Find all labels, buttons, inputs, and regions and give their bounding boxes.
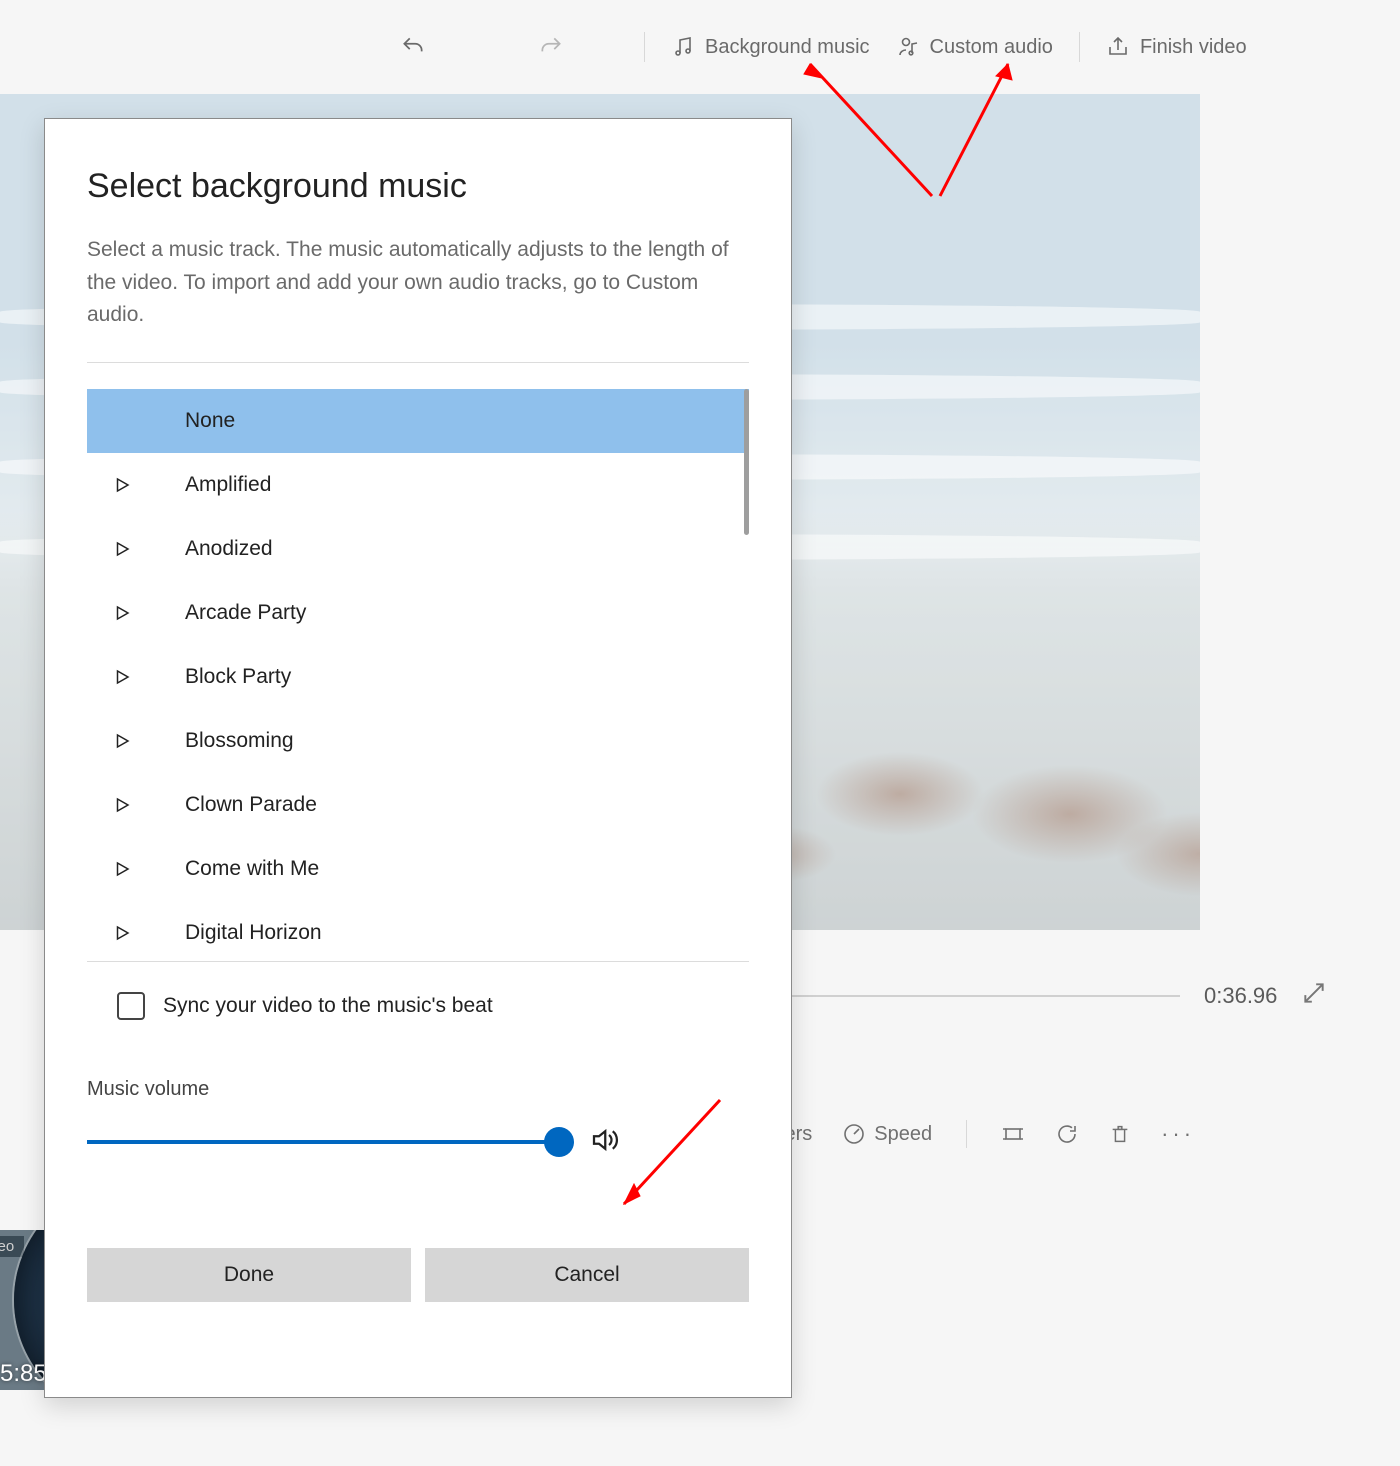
play-icon[interactable] [113,859,135,879]
volume-slider-thumb[interactable] [544,1127,574,1157]
clip-toolbar: ilters Speed ··· [770,1120,1195,1148]
volume-label: Music volume [87,1078,749,1101]
dialog-description: Select a music track. The music automati… [87,234,749,332]
sync-beat-checkbox[interactable]: Sync your video to the music's beat [87,992,749,1020]
crop-icon [1001,1122,1025,1146]
background-music-dialog: Select background music Select a music t… [44,118,792,1398]
person-audio-icon [896,35,920,59]
export-icon [1106,35,1130,59]
done-button[interactable]: Done [87,1248,411,1302]
track-label: Clown Parade [175,793,317,817]
sync-beat-label: Sync your video to the music's beat [163,994,493,1018]
play-icon[interactable] [113,475,135,495]
play-icon[interactable] [113,731,135,751]
speed-icon [842,1122,866,1146]
background-music-label: Background music [705,36,870,59]
play-icon[interactable] [113,795,135,815]
playback-track[interactable] [780,995,1180,997]
track-item[interactable]: Block Party [87,645,749,709]
volume-slider[interactable] [87,1140,559,1144]
finish-video-label: Finish video [1140,36,1247,59]
redo-icon [538,34,564,60]
track-label: Digital Horizon [175,921,322,945]
background-music-button[interactable]: Background music [671,35,870,59]
play-icon[interactable] [113,539,135,559]
track-item[interactable]: Come with Me [87,837,749,901]
track-item[interactable]: None [87,389,749,453]
finish-video-button[interactable]: Finish video [1106,35,1247,59]
clip-badge: nvideo [0,1236,24,1257]
custom-audio-label: Custom audio [930,36,1053,59]
track-item[interactable]: Arcade Party [87,581,749,645]
undo-button[interactable] [400,34,426,60]
track-label: Blossoming [175,729,294,753]
track-item[interactable]: Digital Horizon [87,901,749,961]
play-icon[interactable] [113,603,135,623]
delete-button[interactable] [1109,1122,1131,1146]
more-button[interactable]: ··· [1161,1121,1195,1147]
track-list[interactable]: None Amplified Anodized Arcade Party Block P… [87,389,749,961]
track-label: Amplified [175,473,271,497]
toolbar-divider [1079,32,1080,62]
cancel-button[interactable]: Cancel [425,1248,749,1302]
track-item[interactable]: Blossoming [87,709,749,773]
rotate-icon [1055,1122,1079,1146]
play-icon[interactable] [113,923,135,943]
track-label: Arcade Party [175,601,306,625]
track-list-scrollbar[interactable] [744,389,749,535]
custom-audio-button[interactable]: Custom audio [896,35,1053,59]
speed-button[interactable]: Speed [842,1122,932,1146]
rotate-button[interactable] [1055,1122,1079,1146]
fullscreen-button[interactable] [1301,980,1327,1011]
checkbox-icon [117,992,145,1020]
music-note-icon [671,35,695,59]
redo-button[interactable] [538,34,564,60]
track-item[interactable]: Anodized [87,517,749,581]
track-label: Anodized [175,537,273,561]
clip-duration: 5:85 [0,1360,47,1388]
trash-icon [1109,1122,1131,1146]
top-toolbar: Background music Custom audio Finish vid… [0,0,1400,94]
crop-button[interactable] [1001,1122,1025,1146]
speed-label: Speed [874,1123,932,1146]
dialog-title: Select background music [87,167,749,206]
track-label: Come with Me [175,857,319,881]
track-label: None [175,409,235,433]
track-label: Block Party [175,665,291,689]
track-item[interactable]: Clown Parade [87,773,749,837]
track-item[interactable]: Amplified [87,453,749,517]
undo-icon [400,34,426,60]
expand-icon [1301,980,1327,1006]
playback-time: 0:36.96 [1204,983,1277,1009]
play-icon[interactable] [113,667,135,687]
volume-max-icon [589,1125,619,1160]
toolbar-divider [644,32,645,62]
more-icon: ··· [1161,1121,1195,1147]
